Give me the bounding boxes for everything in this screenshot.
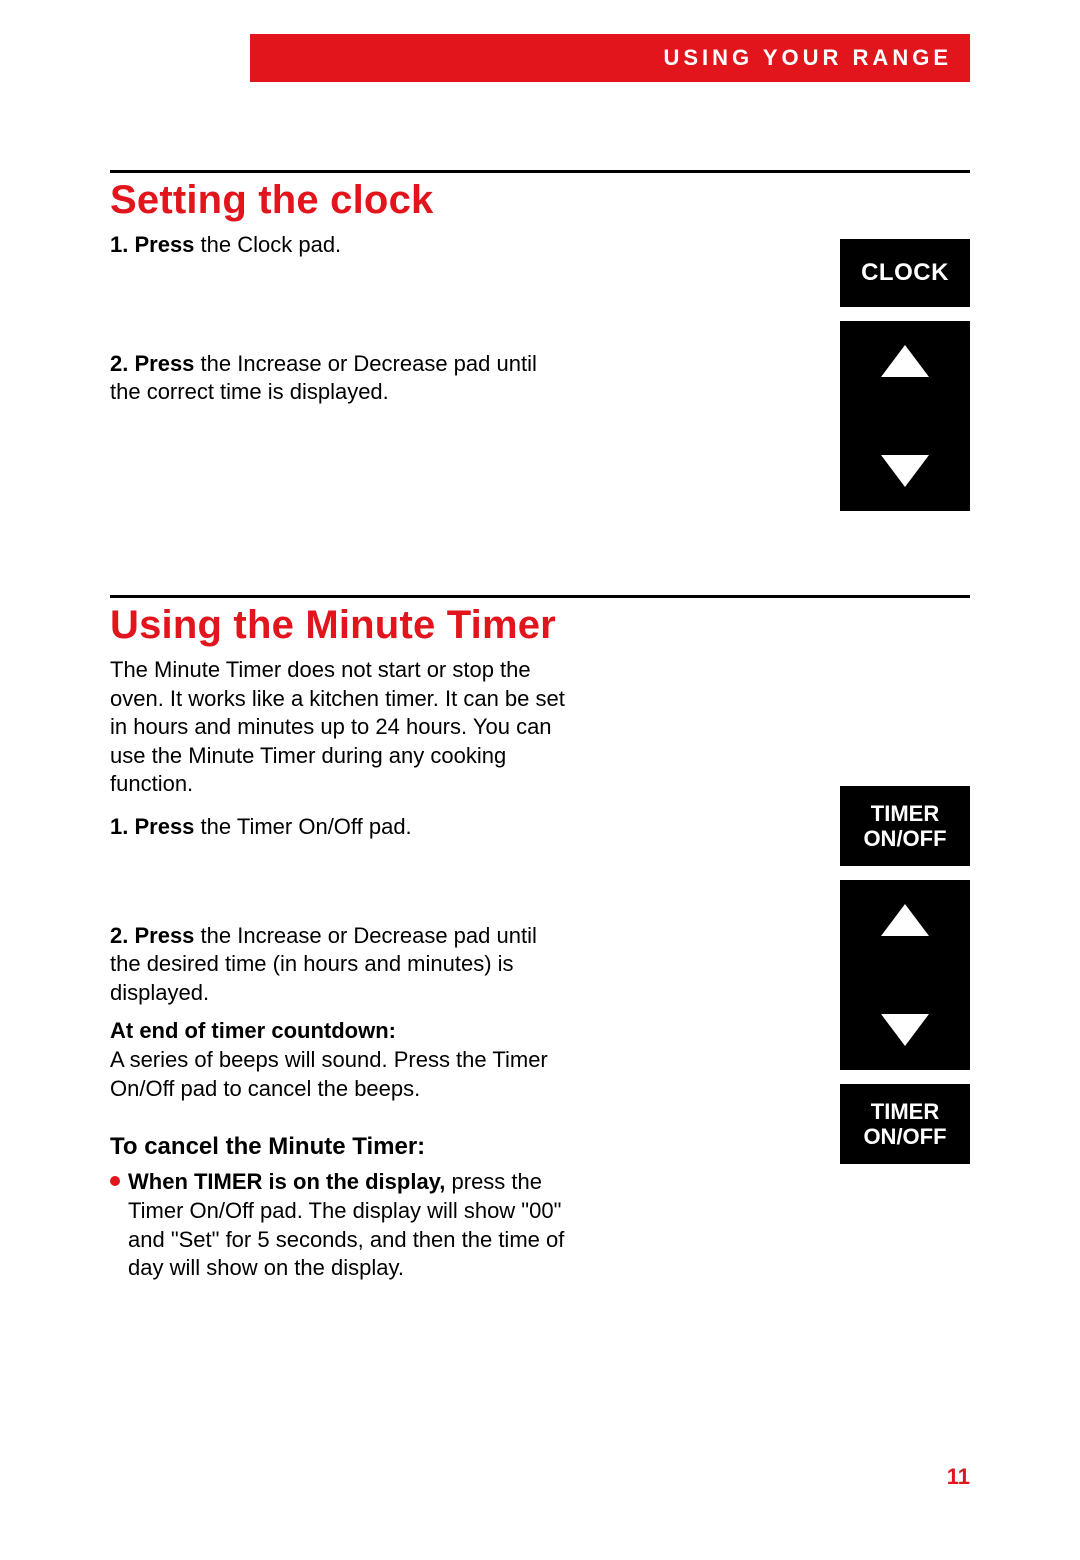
arrow-down-icon (881, 455, 929, 487)
step-bold: Press (134, 923, 194, 948)
section-setting-clock: Setting the clock 1. Press the Clock pad… (110, 170, 970, 525)
section-title: Using the Minute Timer (110, 604, 970, 646)
arrow-down-icon (881, 1014, 929, 1046)
section1-text: 1. Press the Clock pad. 2. Press the Inc… (110, 231, 570, 525)
timer-onoff-pad: TIMER ON/OFF (840, 786, 970, 866)
cancel-bold: When TIMER is on the display, (128, 1169, 445, 1194)
timer-line1: TIMER (871, 1099, 939, 1124)
step-rest: the Clock pad. (194, 232, 341, 257)
step: 1. Press the Clock pad. (110, 231, 570, 260)
timer-line2: ON/OFF (863, 1124, 946, 1149)
section2-text: The Minute Timer does not start or stop … (110, 656, 570, 1283)
step-bold: Press (134, 232, 194, 257)
arrow-up-icon (881, 345, 929, 377)
timer-line1: TIMER (871, 801, 939, 826)
step-number: 1. (110, 814, 134, 839)
cancel-heading: To cancel the Minute Timer: (110, 1131, 570, 1162)
countdown-block: At end of timer countdown: A series of b… (110, 1017, 570, 1103)
countdown-label: At end of timer countdown: (110, 1018, 396, 1043)
timer-onoff-pad: TIMER ON/OFF (840, 1084, 970, 1164)
increase-decrease-pad (840, 880, 970, 1070)
step-bold: Press (134, 814, 194, 839)
step-number: 2. (110, 923, 134, 948)
increase-decrease-pad (840, 321, 970, 511)
cancel-bullet: When TIMER is on the display, press the … (110, 1168, 570, 1282)
step-number: 2. (110, 351, 134, 376)
section-minute-timer: Using the Minute Timer The Minute Timer … (110, 595, 970, 1283)
intro-paragraph: The Minute Timer does not start or stop … (110, 656, 570, 799)
step: 1. Press the Timer On/Off pad. (110, 813, 570, 842)
clock-pad: CLOCK (840, 239, 970, 307)
countdown-text: A series of beeps will sound. Press the … (110, 1047, 548, 1101)
step: 2. Press the Increase or Decrease pad un… (110, 922, 570, 1008)
section-title: Setting the clock (110, 179, 970, 221)
step-number: 1. (110, 232, 134, 257)
step-rest: the Timer On/Off pad. (194, 814, 411, 839)
divider (110, 170, 970, 173)
step: 2. Press the Increase or Decrease pad un… (110, 350, 570, 407)
step-bold: Press (134, 351, 194, 376)
timer-line2: ON/OFF (863, 826, 946, 851)
divider (110, 595, 970, 598)
page-number: 11 (947, 1464, 970, 1490)
bullet-icon (110, 1176, 120, 1186)
arrow-up-icon (881, 904, 929, 936)
